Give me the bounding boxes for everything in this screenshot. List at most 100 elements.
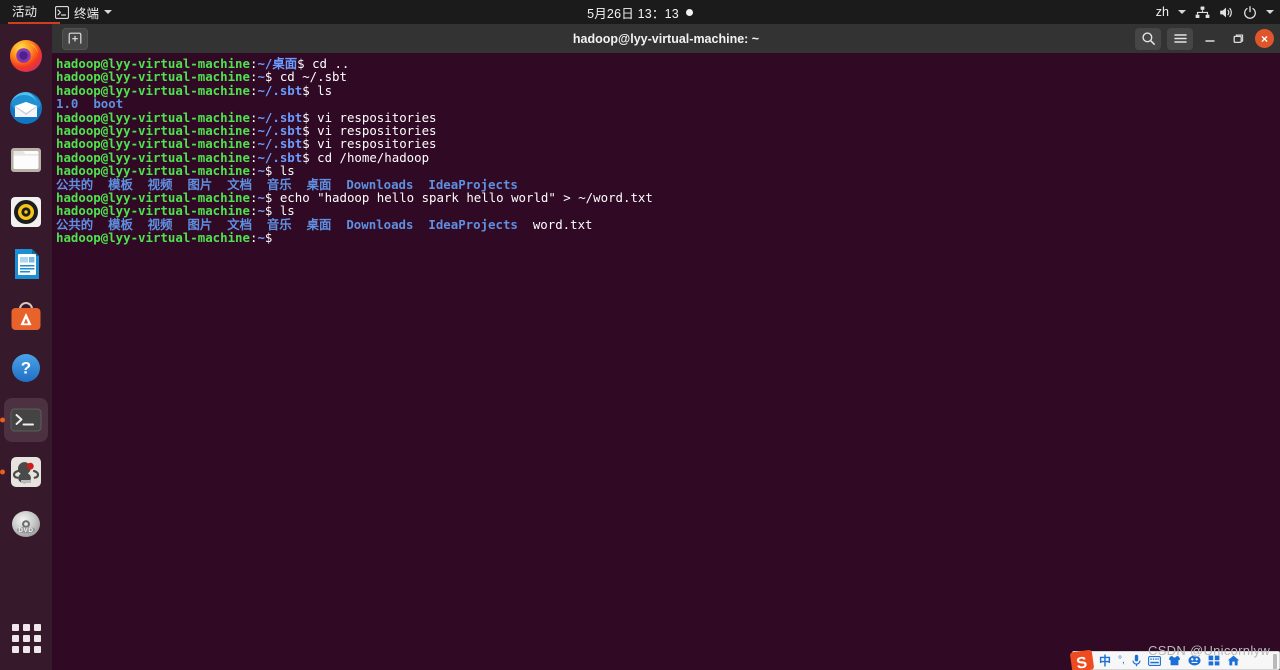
prompt-user-host: hadoop@lyy-virtual-machine (56, 230, 250, 246)
prompt-sigil: $ (302, 82, 310, 98)
maximize-button[interactable] (1227, 28, 1249, 50)
terminal-prompt-line: hadoop@lyy-virtual-machine:~$ ls (56, 204, 1280, 217)
intellij-idea-icon (11, 457, 41, 487)
prompt-sigil: $ (302, 149, 310, 165)
terminal-prompt-line: hadoop@lyy-virtual-machine:~/.sbt$ ls (56, 84, 1280, 97)
apps-grid-dot (22, 634, 30, 642)
apps-grid-dot (22, 623, 30, 631)
terminal-title-bar[interactable]: hadoop@lyy-virtual-machine: ~ × (52, 24, 1280, 53)
terminal-icon (55, 5, 70, 19)
volume-icon (1219, 6, 1234, 19)
clock-area: 5月26日 13：13 (0, 0, 1280, 24)
network-icon (1195, 6, 1210, 19)
search-button[interactable] (1135, 27, 1161, 50)
watermark-label: CSDN @Unicornlyw (1148, 643, 1271, 658)
window-controls: × (1135, 24, 1274, 53)
punctuation-icon[interactable]: °, (1118, 655, 1125, 666)
sogou-logo-icon: S (1070, 649, 1094, 670)
top-bar-left: 活动 终端 (0, 0, 120, 24)
desktop-screen: 活动 终端 5月26日 13：13 zh ? DVD hadoop@lyy-vi… (0, 0, 1280, 670)
terminal-output-area[interactable]: hadoop@lyy-virtual-machine:~/桌面$ cd .. ha… (52, 53, 1280, 670)
dock-item-thunderbird[interactable] (4, 86, 48, 130)
dock-item-ubuntu-software[interactable] (4, 294, 48, 338)
ls-entry-dir: IdeaProjects (428, 216, 518, 232)
terminal-prompt-line: hadoop@lyy-virtual-machine:~/桌面$ cd .. (56, 57, 1280, 70)
prompt-path: ~ (257, 230, 265, 246)
chevron-down-icon[interactable] (1266, 10, 1274, 14)
window-title: hadoop@lyy-virtual-machine: ~ (572, 31, 760, 46)
dock-item-help[interactable]: ? (4, 346, 48, 390)
firefox-icon (10, 40, 42, 72)
app-menu-terminal[interactable]: 终端 (47, 0, 120, 24)
close-button[interactable]: × (1255, 29, 1274, 48)
svg-text:DVD: DVD (18, 527, 33, 534)
ubuntu-dock: ? DVD (0, 24, 52, 670)
activities-button[interactable]: 活动 (0, 0, 47, 24)
terminal-command: echo "hadoop hello spark hello world" > … (272, 189, 653, 205)
hamburger-menu-button[interactable] (1167, 27, 1193, 50)
ubuntu-software-icon (11, 302, 41, 330)
libreoffice-writer-icon (15, 249, 39, 279)
apps-grid-dot (22, 645, 30, 653)
terminal-prompt-line: hadoop@lyy-virtual-machine:~/.sbt$ vi re… (56, 137, 1280, 150)
chevron-down-icon (104, 10, 113, 14)
microphone-icon[interactable] (1132, 654, 1141, 667)
terminal-prompt-line: hadoop@lyy-virtual-machine:~$ cd ~/.sbt (56, 70, 1280, 83)
terminal-output-line: 公共的 模板 视频 图片 文档 音乐 桌面 Downloads IdeaProj… (56, 216, 1280, 232)
apps-grid-dot (33, 623, 41, 631)
dvd-disc-icon: DVD (12, 511, 40, 537)
terminal-prompt-line: hadoop@lyy-virtual-machine:~$ ls (56, 164, 1280, 177)
help-icon: ? (12, 354, 40, 382)
maximize-icon (1233, 34, 1244, 43)
show-applications-button[interactable] (4, 616, 48, 660)
apps-grid-dot (11, 623, 19, 631)
dock-item-libreoffice-writer[interactable] (4, 242, 48, 286)
apps-grid-dot (33, 645, 41, 653)
terminal-output-line: 公共的 模板 视频 图片 文档 音乐 桌面 Downloads IdeaProj… (56, 177, 1280, 191)
dock-item-terminal[interactable] (4, 398, 48, 442)
dock-item-rhythmbox[interactable] (4, 190, 48, 234)
minimize-icon (1205, 39, 1215, 42)
apps-grid-dot (11, 645, 19, 653)
prompt-sigil: $ (264, 230, 273, 246)
rhythmbox-icon (11, 197, 41, 227)
chinese-mode-icon[interactable]: 中 (1099, 652, 1111, 669)
minimize-button[interactable] (1199, 28, 1221, 50)
terminal-prompt-line: hadoop@lyy-virtual-machine:~/.sbt$ cd /h… (56, 151, 1280, 164)
terminal-window: hadoop@lyy-virtual-machine: ~ × hadoop@l… (52, 24, 1280, 670)
terminal-app-icon (10, 408, 42, 432)
ls-entry-dir: Downloads (346, 216, 414, 232)
files-folder-icon (11, 148, 41, 172)
dock-item-intellij-idea[interactable] (4, 450, 48, 494)
dock-item-firefox[interactable] (4, 34, 48, 78)
prompt-path: ~/.sbt (257, 82, 303, 98)
input-language-label[interactable]: zh (1156, 5, 1169, 19)
terminal-command: ls (309, 82, 333, 98)
terminal-prompt-line: hadoop@lyy-virtual-machine:~$ (56, 231, 1280, 244)
ls-entry-dir: 桌面 (306, 216, 332, 232)
power-icon (1243, 5, 1257, 19)
notification-dot-icon (685, 8, 693, 16)
app-menu-label: 终端 (74, 6, 100, 21)
chevron-down-icon (1178, 10, 1186, 14)
apps-grid-dot (33, 634, 41, 642)
terminal-command: cd /home/hadoop (309, 149, 430, 165)
dock-item-files[interactable] (4, 138, 48, 182)
system-status-area[interactable]: zh (1156, 0, 1274, 24)
svg-text:?: ? (21, 359, 31, 378)
clock-label[interactable]: 5月26日 13：13 (587, 3, 679, 22)
ls-entry-file: word.txt (532, 216, 593, 232)
terminal-prompt-line: hadoop@lyy-virtual-machine:~/.sbt$ vi re… (56, 124, 1280, 137)
terminal-prompt-line: hadoop@lyy-virtual-machine:~/.sbt$ vi re… (56, 110, 1280, 124)
ime-drag-handle[interactable] (1273, 654, 1277, 669)
apps-grid-dot (11, 634, 19, 642)
terminal-prompt-line: hadoop@lyy-virtual-machine:~$ echo "hado… (56, 191, 1280, 204)
dock-item-dvd-drive[interactable]: DVD (4, 502, 48, 546)
gnome-top-bar: 活动 终端 5月26日 13：13 zh (0, 0, 1280, 24)
thunderbird-icon (10, 92, 42, 124)
search-icon (1141, 32, 1155, 45)
